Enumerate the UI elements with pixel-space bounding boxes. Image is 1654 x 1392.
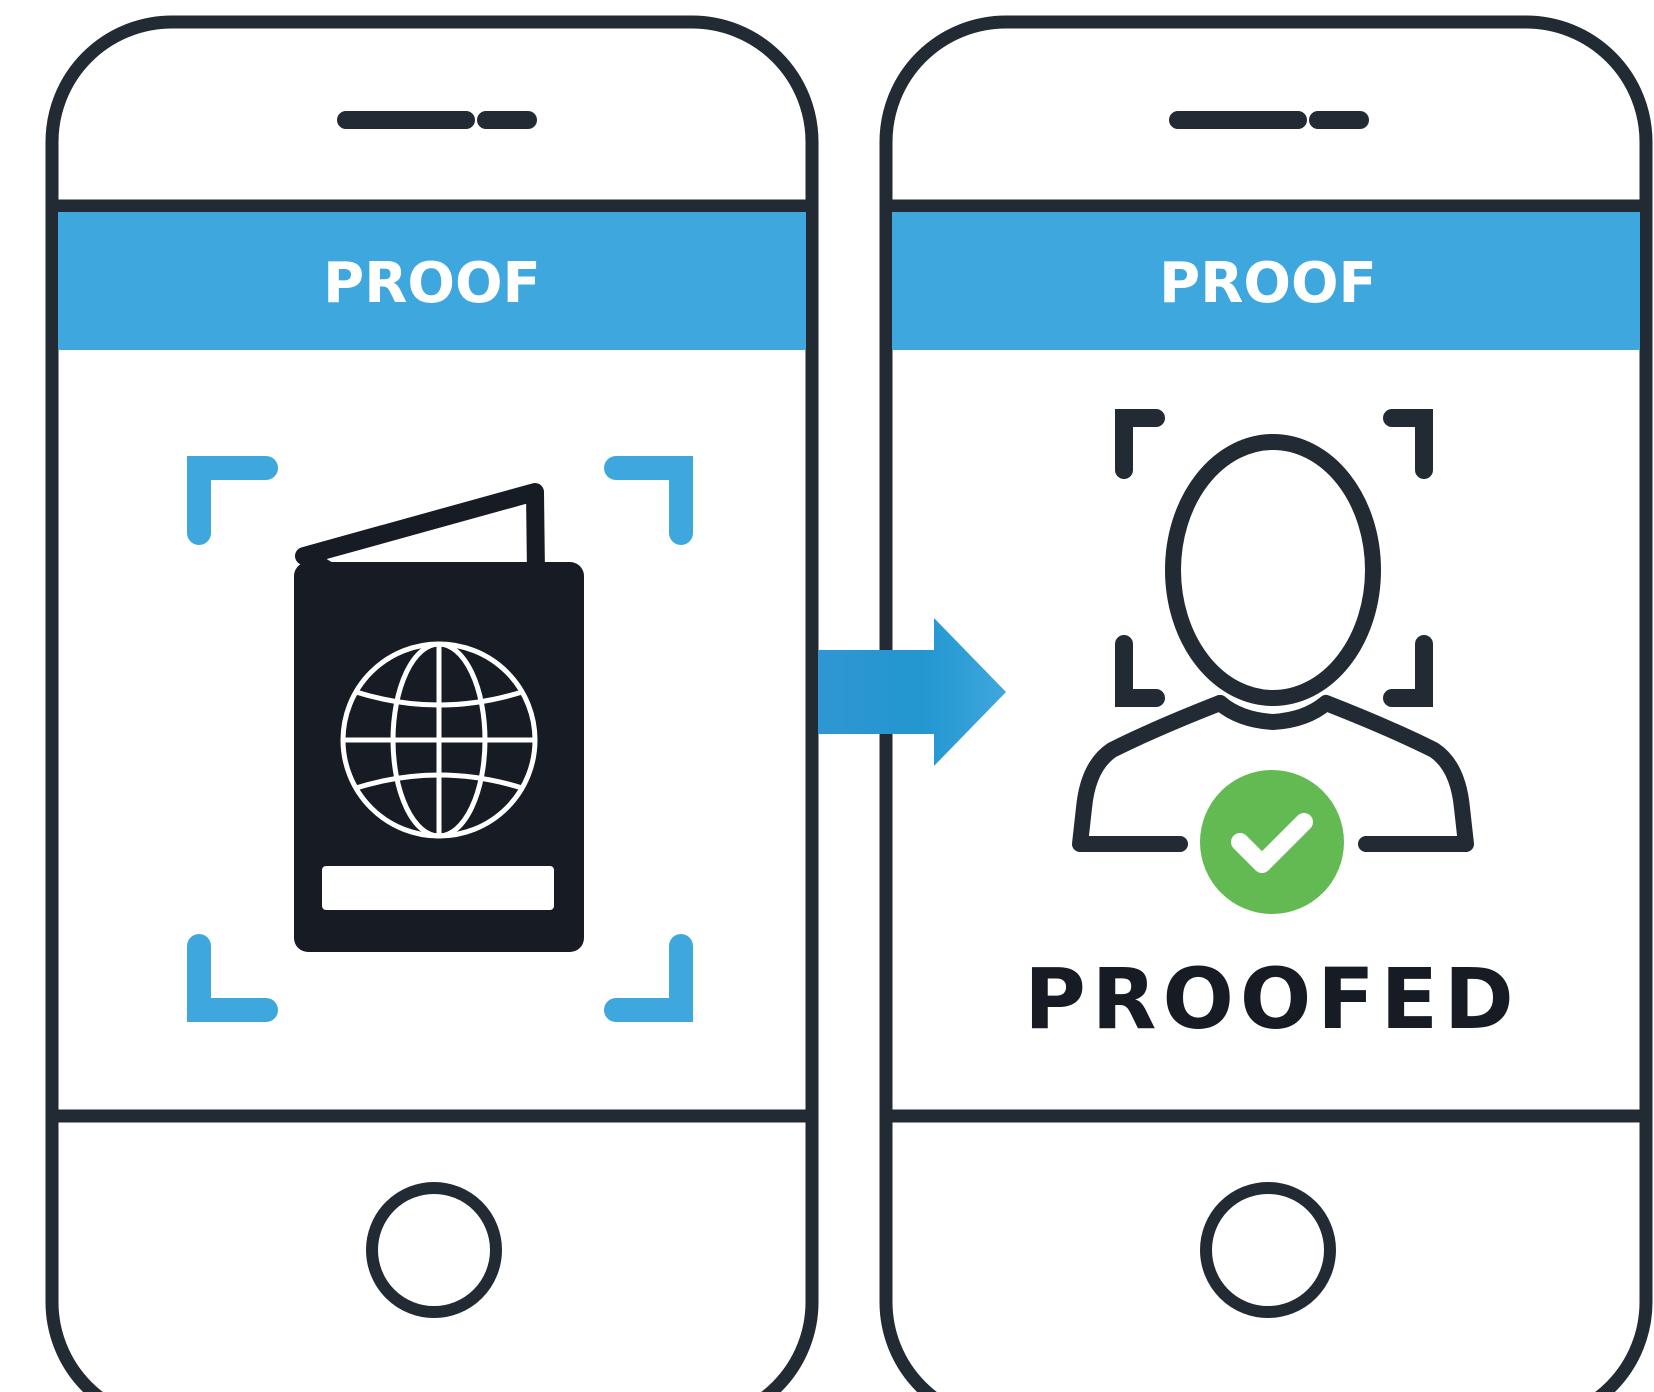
passport-icon <box>294 483 584 952</box>
right-phone-header-title: PROOF <box>1159 251 1377 316</box>
left-phone: PROOF <box>45 15 819 1392</box>
left-phone-header-title: PROOF <box>323 251 541 316</box>
identity-proofing-diagram: PROOF PROOF PROOFED <box>45 15 1653 1392</box>
passport-name-strip <box>322 866 554 910</box>
globe-icon <box>340 641 538 839</box>
proofed-status-label: PROOFED <box>1024 950 1520 1048</box>
right-phone: PROOF PROOFED <box>879 15 1653 1392</box>
verified-badge <box>1200 770 1344 914</box>
